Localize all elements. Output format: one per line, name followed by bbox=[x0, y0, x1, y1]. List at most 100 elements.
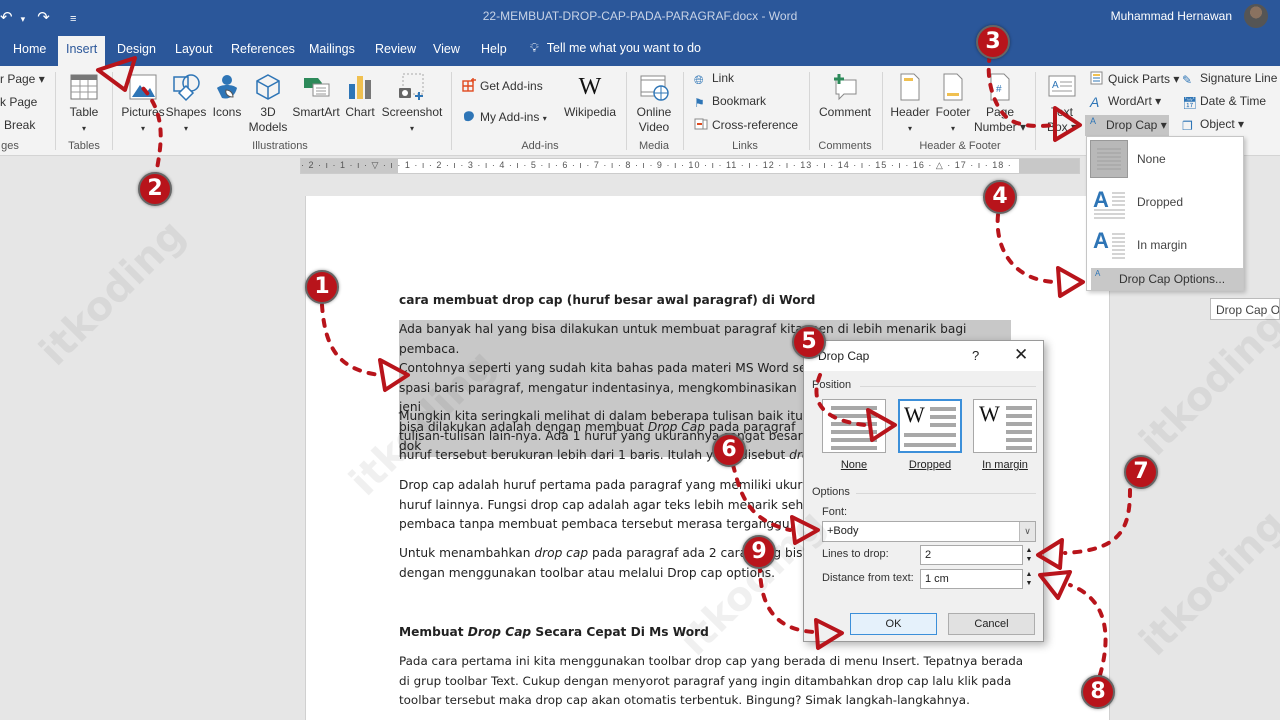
drop-cap-options-item[interactable]: A Drop Cap Options... bbox=[1091, 268, 1243, 290]
tab-review[interactable]: Review bbox=[375, 42, 416, 56]
close-button[interactable]: ✕ bbox=[1014, 345, 1028, 365]
shapes-icon bbox=[173, 74, 200, 102]
ruler-ticks: · 2 · ı · 1 · ı · ▽ · ı · 1 · ı · 2 · ı … bbox=[301, 160, 1012, 170]
group-separator bbox=[451, 72, 452, 150]
position-dropped-option[interactable]: W bbox=[898, 399, 962, 453]
document-heading: cara membuat drop cap (huruf besar awal … bbox=[399, 293, 816, 307]
avatar[interactable] bbox=[1244, 4, 1268, 28]
shapes-label: Shapes bbox=[165, 105, 207, 119]
page-break-button[interactable]: Break bbox=[4, 118, 35, 132]
wikipedia-button[interactable]: W Wikipedia bbox=[560, 72, 620, 120]
dropped-w-glyph: W bbox=[904, 402, 925, 427]
svg-text:A: A bbox=[1093, 187, 1109, 212]
blank-page-button[interactable]: k Page bbox=[0, 95, 37, 109]
text-line: huruf tersebut berukuran lebih dari 1 ba… bbox=[399, 448, 817, 462]
footer-button[interactable]: Footer ▾ bbox=[931, 72, 975, 136]
distance-spinner[interactable]: ▲ ▼ bbox=[1023, 570, 1035, 589]
tab-insert[interactable]: Insert bbox=[58, 36, 106, 66]
chevron-down-icon: ▾ bbox=[542, 114, 547, 123]
icons-button[interactable]: Icons bbox=[209, 72, 245, 120]
pictures-button[interactable]: Pictures ▾ bbox=[118, 72, 168, 136]
smartart-icon bbox=[304, 78, 330, 97]
distance-from-text-input[interactable]: 1 cm bbox=[920, 569, 1023, 589]
paragraph: Pada cara pertama ini kita menggunakan t… bbox=[399, 652, 1039, 711]
3d-models-button[interactable]: 3D Models bbox=[246, 72, 290, 135]
signature-line-icon: ✎ bbox=[1182, 73, 1193, 87]
chart-button[interactable]: Chart bbox=[342, 72, 378, 120]
spin-up-icon[interactable]: ▲ bbox=[1023, 570, 1035, 579]
drop-cap-button[interactable]: A Drop Cap ▾ bbox=[1085, 115, 1169, 136]
tell-me-box[interactable]: 💡︎ Tell me what you want to do bbox=[530, 41, 701, 56]
cover-page-button[interactable]: r Page ▾ bbox=[0, 72, 45, 86]
lines-to-drop-spinner[interactable]: ▲ ▼ bbox=[1023, 546, 1035, 565]
drop-cap-dropped-item[interactable]: A Dropped bbox=[1087, 180, 1243, 223]
step-badge-9: 9 bbox=[742, 535, 776, 569]
date-time-button[interactable]: 📅︎ Date & Time bbox=[1182, 94, 1266, 110]
smartart-button[interactable]: SmartArt bbox=[291, 72, 341, 120]
ok-button[interactable]: OK bbox=[850, 613, 937, 635]
step-badge-8: 8 bbox=[1081, 675, 1115, 709]
options-label: Options bbox=[812, 486, 850, 498]
chevron-down-icon: ▾ bbox=[950, 124, 955, 133]
text-box-button[interactable]: A Text Box ▾ bbox=[1042, 72, 1082, 135]
drop-cap-in-margin-item[interactable]: A In margin bbox=[1087, 223, 1243, 266]
chevron-down-icon[interactable]: ∨ bbox=[1019, 522, 1035, 541]
bookmark-label: Bookmark bbox=[712, 94, 767, 108]
help-button[interactable]: ? bbox=[972, 348, 979, 363]
position-none-option[interactable] bbox=[822, 399, 886, 453]
chevron-down-icon: ▾ bbox=[81, 124, 86, 133]
get-addins-button[interactable]: Get Add-ins bbox=[462, 78, 543, 93]
position-in-margin-label[interactable]: In margin bbox=[973, 459, 1037, 471]
header-button[interactable]: Header ▾ bbox=[888, 72, 932, 136]
tab-design[interactable]: Design bbox=[117, 42, 156, 56]
pages-group-label: ges bbox=[1, 140, 19, 152]
position-dropped-label[interactable]: Dropped bbox=[898, 459, 962, 471]
screenshot-button[interactable]: Screenshot ▾ bbox=[380, 72, 444, 136]
link-button[interactable]: 🌐︎ Link bbox=[694, 71, 734, 87]
dialog-titlebar[interactable]: Drop Cap ? ✕ bbox=[804, 341, 1043, 371]
quick-parts-button[interactable]: Quick Parts ▾ bbox=[1090, 71, 1179, 86]
my-addins-button[interactable]: My Add-ins ▾ bbox=[462, 109, 547, 124]
bookmark-button[interactable]: ⚑ Bookmark bbox=[694, 94, 766, 110]
tab-mailings[interactable]: Mailings bbox=[309, 42, 355, 56]
text-line: di grup toolbar Text. Cukup dengan menyo… bbox=[399, 673, 1012, 688]
tab-help[interactable]: Help bbox=[481, 42, 507, 56]
store-icon bbox=[462, 78, 476, 92]
drop-cap-none-item[interactable]: None bbox=[1087, 137, 1243, 180]
tab-home[interactable]: Home bbox=[13, 42, 46, 56]
object-button[interactable]: ❐ Object ▾ bbox=[1182, 117, 1244, 133]
lines-to-drop-label: Lines to drop: bbox=[822, 548, 889, 560]
step-badge-3: 3 bbox=[976, 25, 1010, 59]
wikipedia-label: Wikipedia bbox=[563, 105, 617, 119]
signature-line-button[interactable]: ✎ Signature Line bbox=[1182, 71, 1277, 87]
wordart-button[interactable]: A WordArt ▾ bbox=[1090, 94, 1161, 110]
tab-references[interactable]: References bbox=[231, 42, 295, 56]
comment-label: Comment bbox=[818, 105, 871, 119]
tab-layout[interactable]: Layout bbox=[175, 42, 213, 56]
table-button[interactable]: Table ▾ bbox=[62, 72, 106, 136]
spin-up-icon[interactable]: ▲ bbox=[1023, 546, 1035, 555]
comment-button[interactable]: Comment bbox=[814, 72, 876, 120]
position-none-label[interactable]: None bbox=[822, 459, 886, 471]
cross-reference-button[interactable]: Cross-reference bbox=[694, 117, 798, 132]
cancel-button[interactable]: Cancel bbox=[948, 613, 1035, 635]
divider bbox=[860, 386, 1036, 387]
horizontal-ruler[interactable]: · 2 · ı · 1 · ı · ▽ · ı · 1 · ı · 2 · ı … bbox=[300, 158, 1080, 174]
text-line: tulisan-tulisan lain-nya. Ada 1 huruf ya… bbox=[399, 428, 819, 443]
drop-cap-dialog: Drop Cap ? ✕ Position None W Dropped W I… bbox=[803, 340, 1044, 642]
lines-to-drop-input[interactable]: 2 bbox=[920, 545, 1023, 565]
spin-down-icon[interactable]: ▼ bbox=[1023, 555, 1035, 564]
comment-icon bbox=[834, 74, 857, 101]
page-number-button[interactable]: # Page Number ▾ bbox=[973, 72, 1027, 135]
font-select[interactable]: +Body ∨ bbox=[822, 521, 1036, 542]
user-name[interactable]: Muhammad Hernawan bbox=[1111, 9, 1232, 23]
position-in-margin-option[interactable]: W bbox=[973, 399, 1037, 453]
shapes-button[interactable]: Shapes ▾ bbox=[164, 72, 208, 136]
group-separator bbox=[626, 72, 627, 150]
tab-view[interactable]: View bbox=[433, 42, 460, 56]
comments-group-label: Comments bbox=[818, 140, 872, 152]
online-video-button[interactable]: Online Video bbox=[632, 72, 676, 135]
paragraph: Drop cap adalah huruf pertama pada parag… bbox=[399, 476, 819, 535]
footer-label: Footer bbox=[935, 105, 971, 119]
spin-down-icon[interactable]: ▼ bbox=[1023, 579, 1035, 588]
